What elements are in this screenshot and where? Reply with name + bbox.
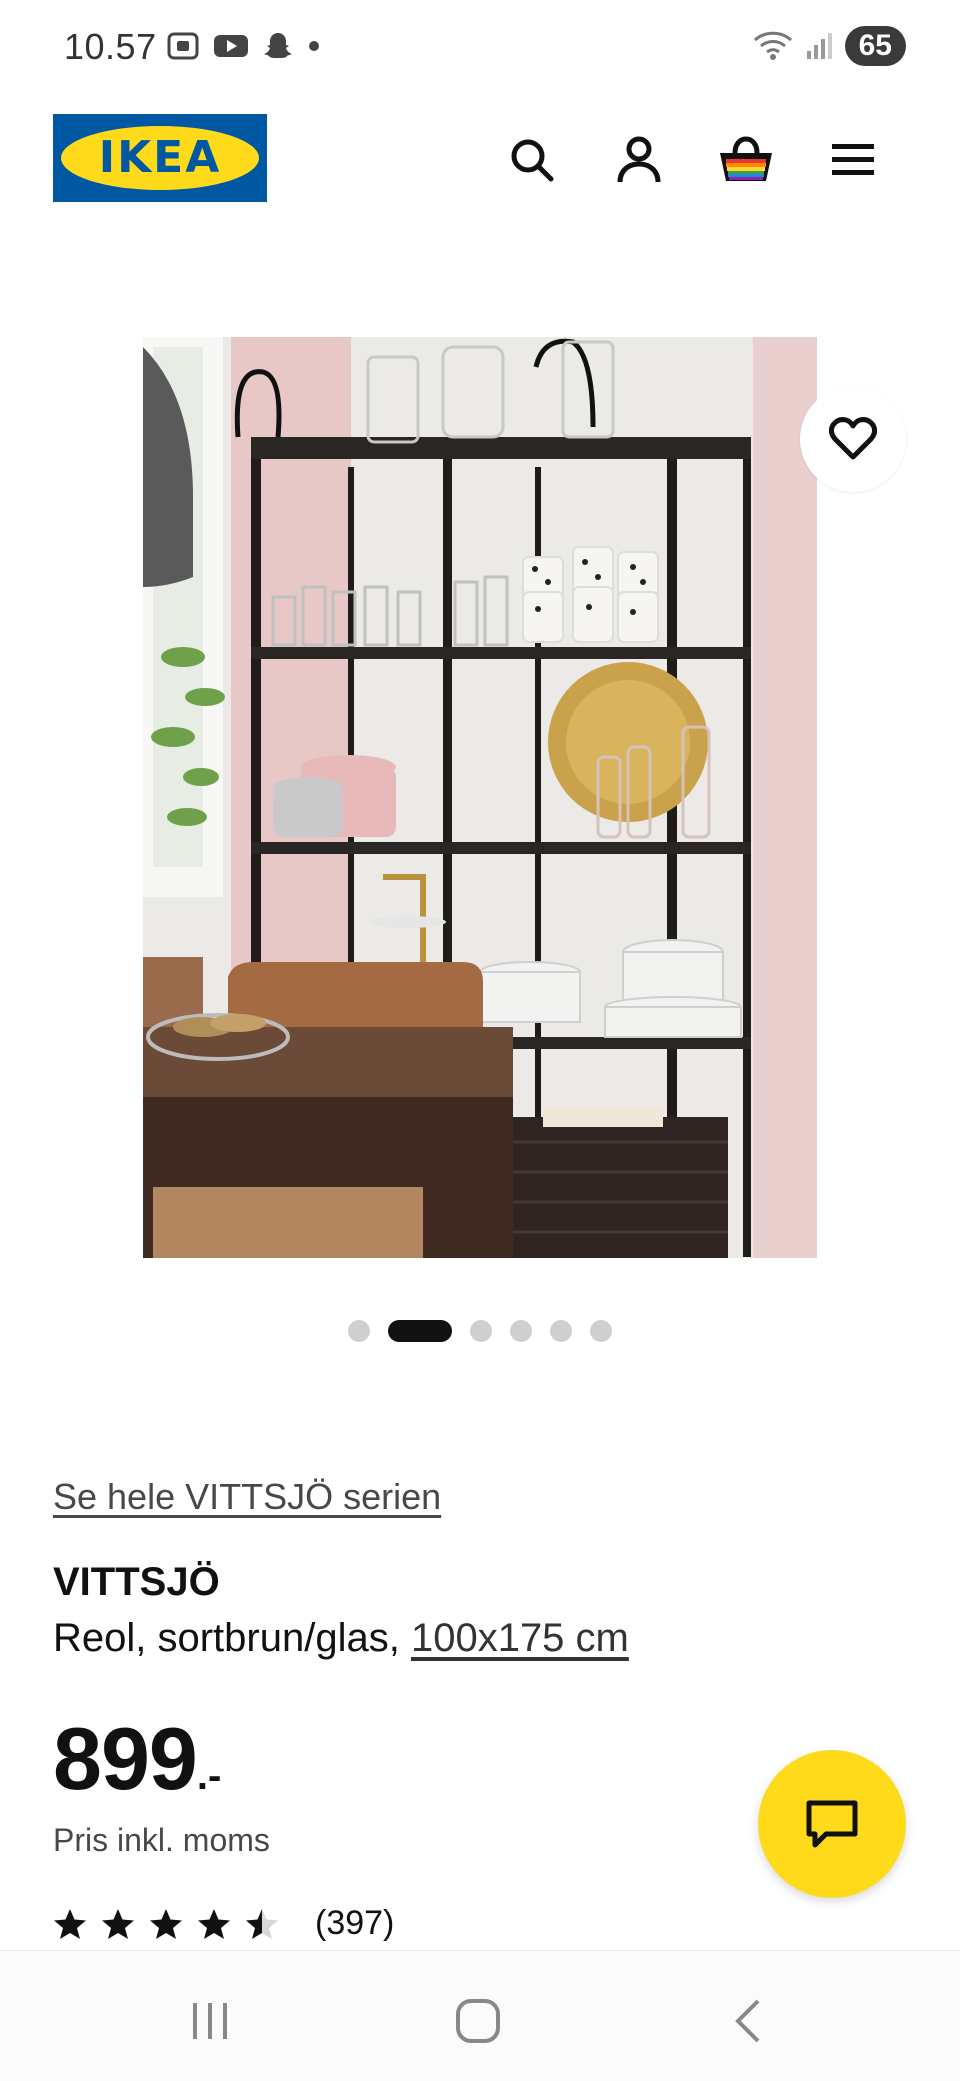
half-star-icon xyxy=(246,1908,278,1939)
status-bar: 10.57 65 xyxy=(0,0,960,100)
star-icon xyxy=(54,1908,86,1939)
system-navigation-bar xyxy=(0,1950,960,2081)
product-image[interactable] xyxy=(143,337,817,1258)
carousel-dot[interactable] xyxy=(348,1320,370,1342)
star-icon xyxy=(102,1908,134,1939)
account-icon xyxy=(617,136,661,183)
size-link[interactable]: 100x175 cm xyxy=(411,1616,629,1660)
status-time: 10.57 xyxy=(64,26,157,67)
series-link[interactable]: Se hele VITTSJÖ serien xyxy=(53,1476,441,1518)
ikea-logo[interactable]: IKEA xyxy=(53,114,267,202)
carousel-indicator xyxy=(0,1320,960,1342)
back-icon xyxy=(735,1999,760,2043)
basket-button[interactable] xyxy=(714,128,778,192)
carousel-dot[interactable] xyxy=(510,1320,532,1342)
app-header: IKEA xyxy=(0,110,960,210)
youtube-icon xyxy=(214,35,248,57)
product-price: 899.- xyxy=(53,1708,221,1810)
carousel-dot[interactable] xyxy=(470,1320,492,1342)
carousel-dot-active[interactable] xyxy=(388,1320,452,1342)
status-left-icons xyxy=(166,30,322,62)
snapchat-icon xyxy=(264,33,292,58)
star-icon xyxy=(150,1908,182,1939)
dot-icon xyxy=(309,41,319,51)
menu-icon xyxy=(832,144,874,175)
search-icon xyxy=(511,139,554,182)
carousel-dot[interactable] xyxy=(590,1320,612,1342)
home-icon xyxy=(456,1999,500,2043)
favorite-button[interactable] xyxy=(800,386,906,492)
recent-apps-icon xyxy=(193,2003,227,2039)
product-description: Reol, sortbrun/glas, 100x175 cm xyxy=(53,1616,629,1661)
logo-text: IKEA xyxy=(98,132,222,183)
price-suffix: .- xyxy=(196,1754,222,1798)
heart-icon xyxy=(829,417,877,460)
back-button[interactable] xyxy=(708,1991,788,2051)
review-count: (397) xyxy=(315,1904,395,1942)
wifi-icon xyxy=(753,31,792,60)
search-button[interactable] xyxy=(500,128,564,192)
account-button[interactable] xyxy=(607,128,671,192)
product-photo-illustration xyxy=(143,337,817,1258)
battery-indicator: 65 xyxy=(844,26,906,66)
rating-row[interactable]: (397) xyxy=(53,1904,394,1943)
recent-apps-button[interactable] xyxy=(170,1991,250,2051)
home-button[interactable] xyxy=(438,1991,518,2051)
star-icon xyxy=(198,1908,230,1939)
signal-icon xyxy=(806,33,832,59)
basket-icon xyxy=(720,136,772,181)
status-right: 65 xyxy=(753,26,906,66)
product-name: VITTSJÖ xyxy=(53,1560,220,1604)
chat-button[interactable] xyxy=(758,1750,906,1898)
price-note: Pris inkl. moms xyxy=(53,1822,270,1858)
carousel-dot[interactable] xyxy=(550,1320,572,1342)
chat-icon xyxy=(806,1800,858,1848)
screenshot-icon xyxy=(167,32,199,60)
product-description-text: Reol, sortbrun/glas, xyxy=(53,1616,411,1660)
menu-button[interactable] xyxy=(821,128,885,192)
price-integer: 899 xyxy=(53,1709,198,1808)
